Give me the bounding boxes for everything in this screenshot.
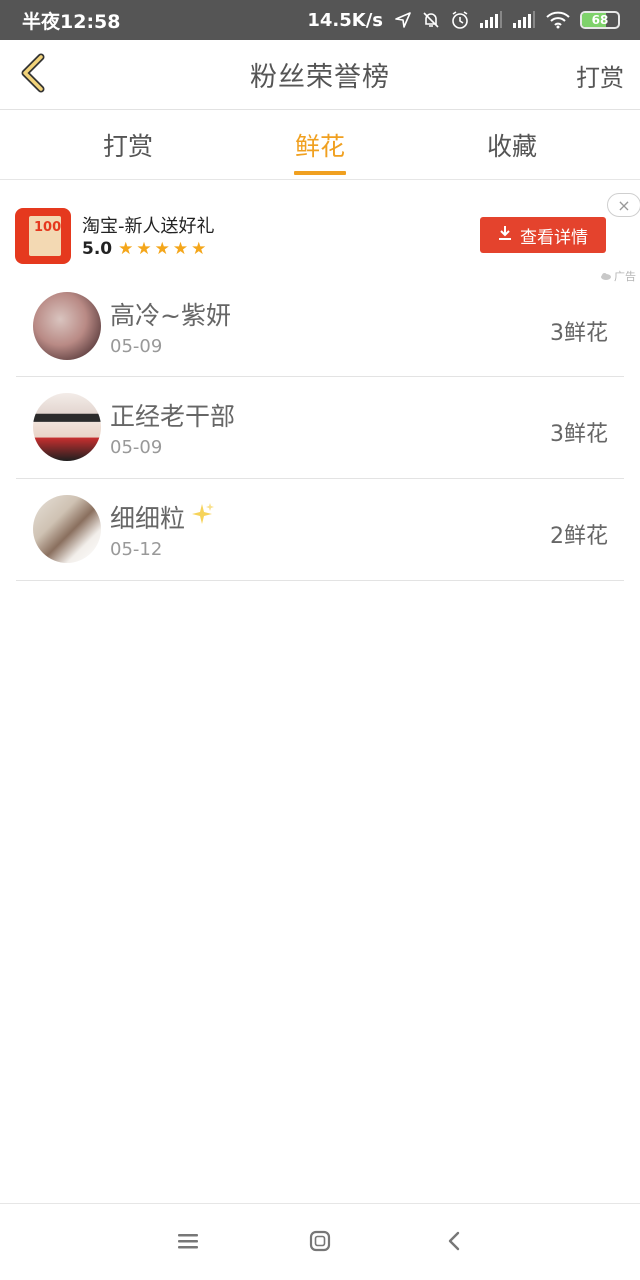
fan-name: 高冷~紫妍 [110, 296, 231, 332]
status-time: 半夜12:58 [22, 10, 121, 33]
star-icon: ★ [118, 238, 134, 259]
ad-banner[interactable]: 100 淘宝-新人送好礼 5.0 ★ ★ ★ ★ ★ 查看详情 × 广告 [0, 180, 640, 283]
fan-date: 05-09 [110, 437, 163, 458]
fan-name-text: 正经老干部 [110, 402, 236, 431]
ad-logo: 100 [15, 208, 71, 264]
download-icon [498, 225, 512, 246]
ad-logo-text: 100 [34, 220, 62, 235]
wifi-icon [545, 11, 571, 29]
signal-icon-2 [512, 11, 536, 29]
flower-count: 3鲜花 [550, 321, 608, 346]
star-icon: ★ [154, 238, 170, 259]
tab-reward-label: 打赏 [102, 132, 153, 161]
back-button[interactable] [12, 53, 52, 97]
star-icon: ★ [191, 238, 207, 259]
mute-bell-icon [421, 10, 441, 30]
back-icon [446, 1230, 462, 1256]
menu-icon [177, 1232, 199, 1254]
ad-details-button[interactable]: 查看详情 [480, 217, 606, 253]
flower-count: 2鲜花 [550, 524, 608, 549]
ad-details-label: 查看详情 [520, 227, 588, 248]
system-nav-bar [0, 1203, 640, 1280]
avatar [33, 292, 101, 360]
fan-name: 细细粒 [110, 499, 215, 535]
menu-button[interactable] [174, 1230, 202, 1256]
tab-bar: 打赏 鲜花 收藏 [0, 111, 640, 180]
fan-name: 正经老干部 [110, 397, 235, 433]
flower-count: 3鲜花 [550, 422, 608, 447]
fan-date: 05-12 [110, 539, 163, 560]
tab-active-indicator [294, 171, 346, 175]
avatar [33, 393, 101, 461]
chevron-left-icon [17, 53, 47, 97]
reward-button[interactable]: 打赏 [576, 58, 624, 93]
sparkle-icon [189, 501, 215, 533]
tab-reward[interactable]: 打赏 [68, 111, 188, 179]
home-button[interactable] [306, 1230, 334, 1256]
nav-back-button[interactable] [440, 1230, 468, 1256]
ad-rating-score: 5.0 [82, 239, 113, 259]
tab-favorites[interactable]: 收藏 [452, 111, 572, 179]
tab-flowers-label: 鲜花 [294, 132, 345, 161]
list-item[interactable]: 高冷~紫妍 05-09 3鲜花 [16, 278, 624, 377]
tab-flowers[interactable]: 鲜花 [260, 111, 380, 179]
home-icon [309, 1230, 331, 1256]
fan-list: 高冷~紫妍 05-09 3鲜花 正经老干部 05-09 3鲜花 细细粒 05-1… [16, 278, 624, 581]
header: 粉丝荣誉榜 打赏 [0, 40, 640, 110]
fan-name-text: 细细粒 [110, 504, 186, 533]
location-icon [394, 11, 412, 29]
fan-date: 05-09 [110, 336, 163, 357]
ad-rating-stars: ★ ★ ★ ★ ★ [118, 238, 207, 259]
battery-indicator: 68 [580, 11, 620, 29]
status-bar: 半夜12:58 14.5K/s 68 [0, 0, 640, 40]
alarm-icon [450, 10, 470, 30]
star-icon: ★ [172, 238, 189, 259]
close-icon: × [617, 195, 631, 215]
list-item[interactable]: 细细粒 05-12 2鲜花 [16, 479, 624, 581]
battery-level: 68 [591, 13, 609, 27]
ad-rating: 5.0 ★ ★ ★ ★ ★ [82, 239, 206, 259]
signal-icon [479, 11, 503, 29]
ad-title: 淘宝-新人送好礼 [82, 216, 215, 237]
network-speed: 14.5K/s [307, 9, 383, 31]
status-icons: 14.5K/s 68 [307, 10, 620, 31]
avatar [33, 495, 101, 563]
list-item[interactable]: 正经老干部 05-09 3鲜花 [16, 377, 624, 479]
fan-name-text: 高冷~紫妍 [110, 301, 231, 330]
star-icon: ★ [136, 238, 152, 259]
tab-favorites-label: 收藏 [486, 132, 537, 161]
page-title: 粉丝荣誉榜 [250, 62, 390, 93]
ad-close-button[interactable]: × [607, 193, 640, 217]
